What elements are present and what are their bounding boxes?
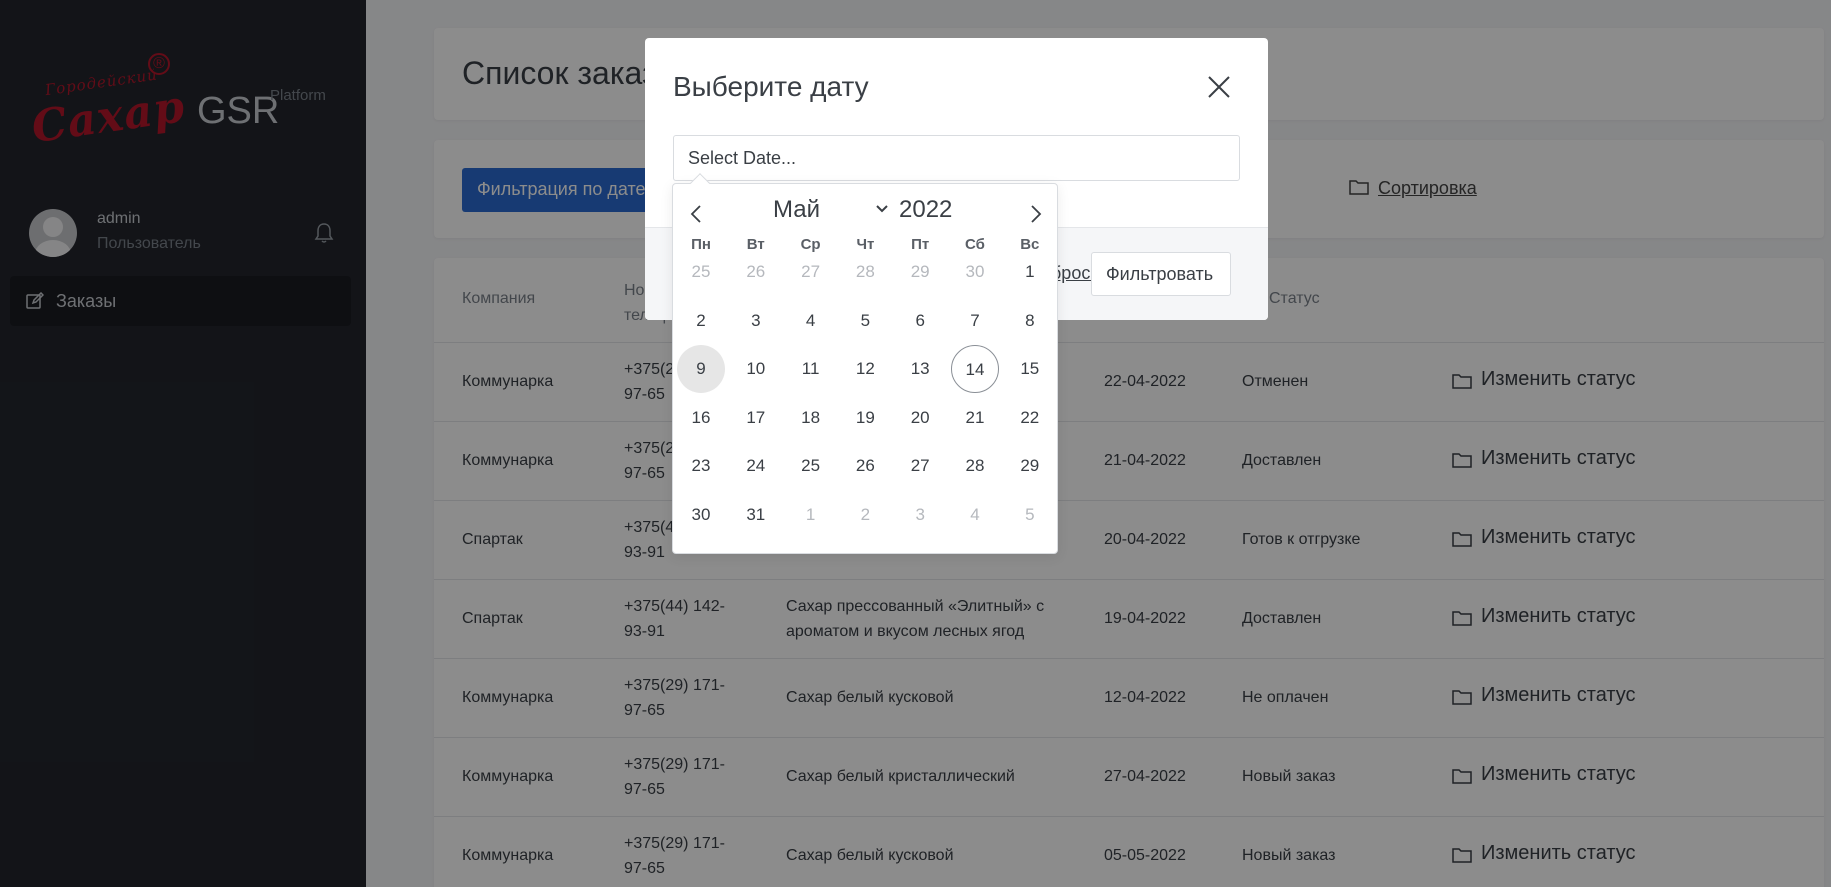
- calendar-day[interactable]: 21: [951, 394, 999, 442]
- calendar-day[interactable]: 2: [677, 297, 725, 345]
- calendar-day[interactable]: 16: [677, 394, 725, 442]
- calendar-day[interactable]: 30: [677, 491, 725, 539]
- chevron-down-icon[interactable]: [875, 202, 889, 216]
- apply-filter-button[interactable]: Фильтровать: [1091, 252, 1231, 296]
- calendar-day[interactable]: 8: [1006, 297, 1054, 345]
- calendar-day[interactable]: 14: [951, 345, 999, 394]
- date-picker: Май 2022 Пн Вт Ср Чт Пт Сб Вс 25 26 27 28 29 30 1 2 3 4 5…: [672, 173, 1058, 554]
- calendar-day[interactable]: 6: [896, 297, 944, 345]
- date-input[interactable]: [673, 135, 1240, 181]
- calendar-day[interactable]: 11: [787, 345, 835, 393]
- calendar-day[interactable]: 23: [677, 442, 725, 490]
- calendar-day[interactable]: 30: [951, 248, 999, 296]
- calendar-day[interactable]: 9: [677, 345, 725, 394]
- calendar-day[interactable]: 5: [1006, 491, 1054, 539]
- calendar-day[interactable]: 19: [841, 394, 889, 442]
- modal-title: Выберите дату: [673, 71, 869, 102]
- calendar-day[interactable]: 28: [951, 442, 999, 490]
- calendar-day[interactable]: 7: [951, 297, 999, 345]
- calendar-day[interactable]: 3: [732, 297, 780, 345]
- calendar-day[interactable]: 27: [896, 442, 944, 490]
- calendar-day[interactable]: 3: [896, 491, 944, 539]
- calendar-day[interactable]: 31: [732, 491, 780, 539]
- calendar-day[interactable]: 28: [841, 248, 889, 296]
- calendar-day[interactable]: 4: [787, 297, 835, 345]
- calendar-day[interactable]: 26: [732, 248, 780, 296]
- calendar-day[interactable]: 12: [841, 345, 889, 393]
- calendar-day[interactable]: 25: [677, 248, 725, 296]
- calendar-day[interactable]: 4: [951, 491, 999, 539]
- calendar-day[interactable]: 20: [896, 394, 944, 442]
- calendar-day[interactable]: 29: [1006, 442, 1054, 490]
- calendar-day[interactable]: 29: [896, 248, 944, 296]
- calendar-day[interactable]: 27: [787, 248, 835, 296]
- calendar-day[interactable]: 1: [1006, 248, 1054, 296]
- calendar-day[interactable]: 15: [1006, 345, 1054, 393]
- calendar-day[interactable]: 24: [732, 442, 780, 490]
- chevron-right-icon[interactable]: [1025, 202, 1045, 226]
- chevron-left-icon[interactable]: [687, 202, 707, 226]
- calendar-day[interactable]: 13: [896, 345, 944, 393]
- calendar-day[interactable]: 25: [787, 442, 835, 490]
- calendar-day[interactable]: 26: [841, 442, 889, 490]
- calendar-day[interactable]: 18: [787, 394, 835, 442]
- close-icon[interactable]: [1206, 74, 1232, 100]
- calendar-day[interactable]: 5: [841, 297, 889, 345]
- calendar-day[interactable]: 2: [841, 491, 889, 539]
- calendar-day[interactable]: 10: [732, 345, 780, 393]
- calendar-day[interactable]: 17: [732, 394, 780, 442]
- month-select[interactable]: Май: [773, 196, 820, 224]
- year-input[interactable]: 2022: [899, 196, 952, 224]
- calendar-day[interactable]: 22: [1006, 394, 1054, 442]
- calendar-day[interactable]: 1: [787, 491, 835, 539]
